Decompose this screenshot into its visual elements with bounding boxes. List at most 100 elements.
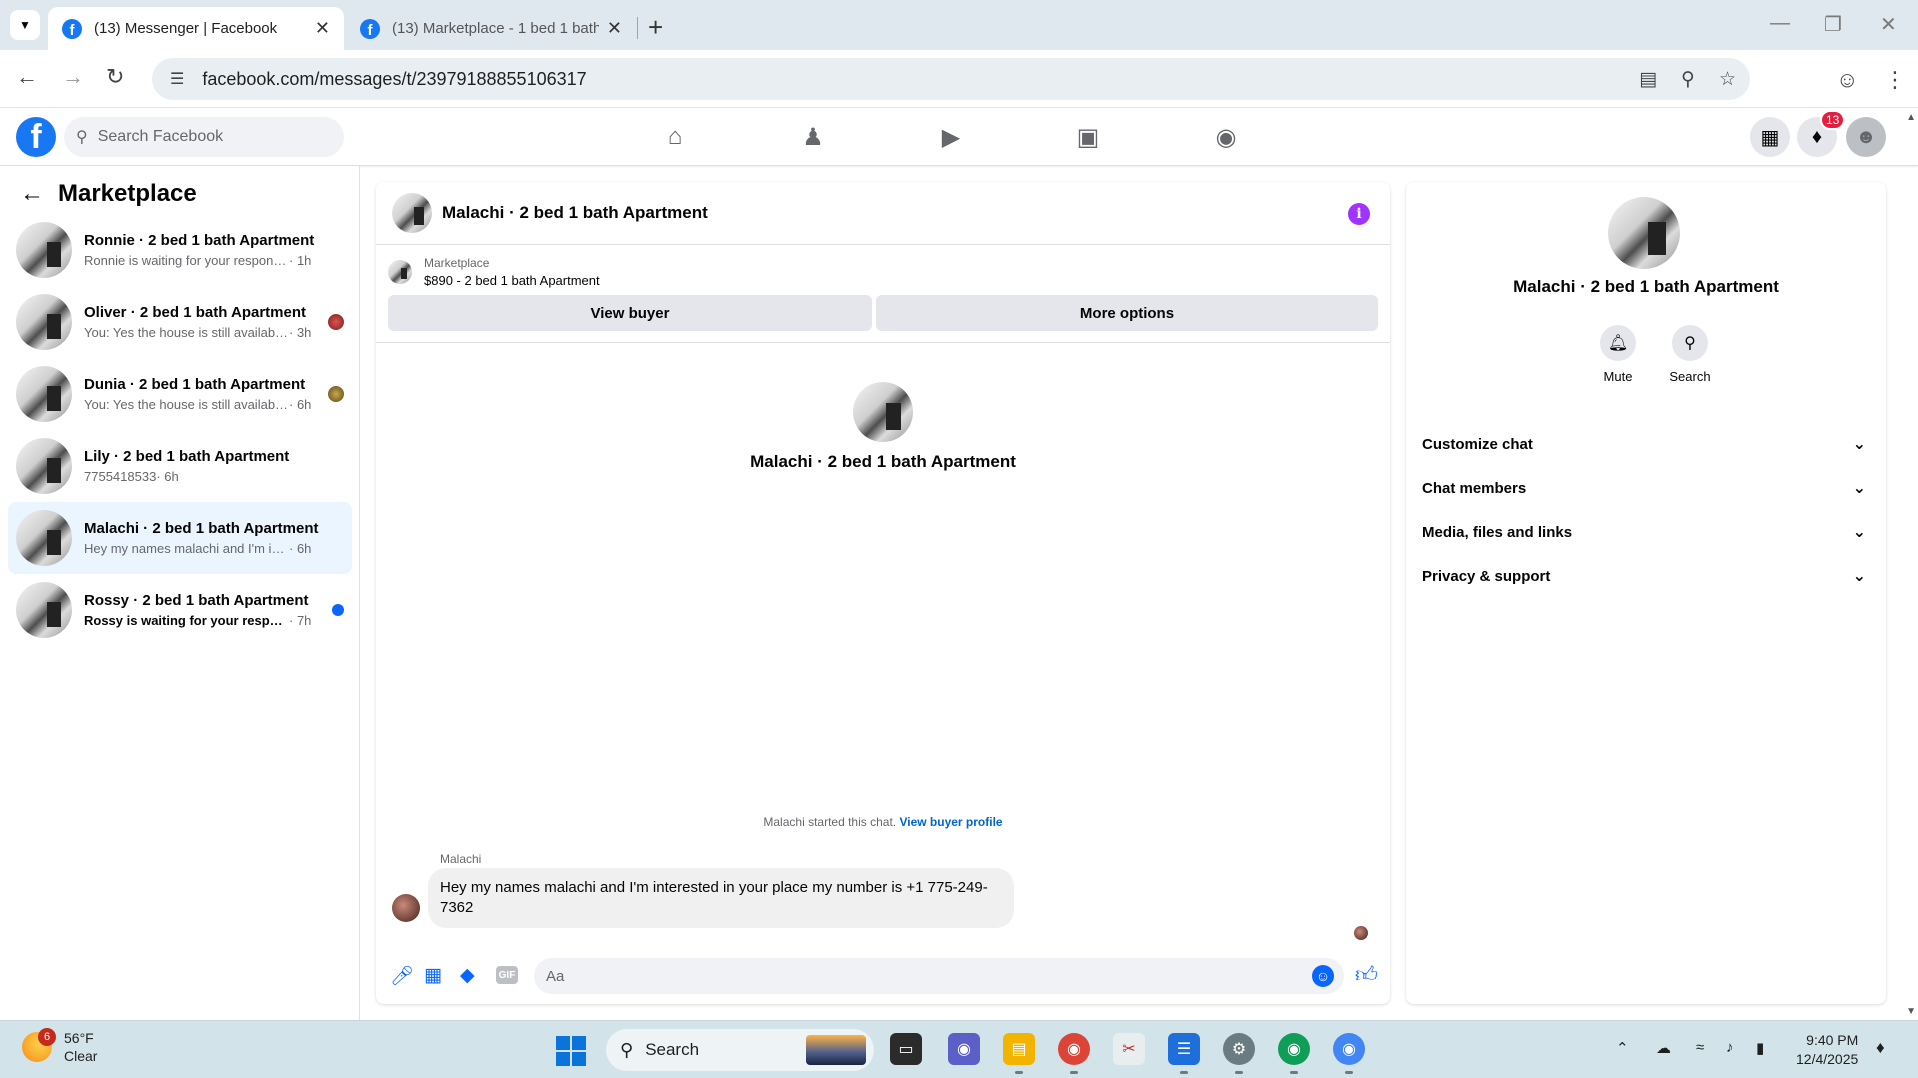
more-options-button[interactable]: More options xyxy=(876,295,1378,331)
close-tab-icon[interactable]: ✕ xyxy=(315,18,330,39)
windows-start-icon[interactable] xyxy=(556,1036,586,1066)
notepad-icon[interactable]: ☰ xyxy=(1168,1033,1200,1065)
account-avatar[interactable]: ☻ xyxy=(1846,117,1886,157)
chrome-icon[interactable]: ◉ xyxy=(1058,1033,1090,1065)
scroll-down-arrow[interactable]: ▼ xyxy=(1906,1006,1916,1017)
tab-marketplace[interactable]: f (13) Marketplace - 1 bed 1 bath ✕ xyxy=(346,7,636,50)
search-icon: ⚲ xyxy=(76,129,88,146)
sender-avatar[interactable] xyxy=(392,894,420,922)
facebook-logo-icon[interactable]: f xyxy=(16,117,56,157)
tab-messenger[interactable]: f (13) Messenger | Facebook ✕ xyxy=(48,7,344,50)
weather-badge: 6 xyxy=(38,1028,56,1046)
back-icon[interactable]: ← xyxy=(16,64,38,90)
chat-header-avatar[interactable] xyxy=(392,193,432,233)
settings-gear-icon[interactable]: ⚙ xyxy=(1223,1033,1255,1065)
weather-widget[interactable]: 6 56°F Clear xyxy=(22,1028,97,1065)
details-avatar[interactable] xyxy=(1608,197,1680,269)
chrome-profile-icon[interactable]: ◉ xyxy=(1278,1033,1310,1065)
volume-icon[interactable]: ♪ xyxy=(1726,1039,1734,1056)
file-explorer-icon[interactable]: ▤ xyxy=(1003,1033,1035,1065)
video-icon[interactable]: ▶ xyxy=(936,122,966,152)
media-files-links-section[interactable]: Media, files and links ⌄ xyxy=(1414,510,1878,554)
conversation-item-ronnie[interactable]: Ronnie · 2 bed 1 bath Apartment Ronnie i… xyxy=(8,214,352,286)
battery-icon[interactable]: ▮ xyxy=(1756,1039,1764,1057)
view-buyer-profile-link[interactable]: View buyer profile xyxy=(899,815,1002,829)
close-window-icon[interactable]: ✕ xyxy=(1880,12,1897,37)
tab-title: (13) Marketplace - 1 bed 1 bath xyxy=(392,20,599,37)
system-clock[interactable]: 9:40 PM 12/4/2025 xyxy=(1796,1031,1858,1069)
zoom-icon[interactable]: ⚲ xyxy=(1681,68,1695,91)
running-indicator xyxy=(1070,1071,1078,1074)
forward-icon[interactable]: → xyxy=(62,64,84,90)
chat-title[interactable]: Malachi · 2 bed 1 bath Apartment xyxy=(442,203,708,223)
back-arrow-icon[interactable]: ← xyxy=(20,180,44,208)
info-icon[interactable]: i xyxy=(1348,203,1370,225)
conversation-preview: You: Yes the house is still available ..… xyxy=(84,397,289,412)
microphone-icon[interactable]: 🎤︎ xyxy=(390,964,414,988)
listing-avatar xyxy=(16,294,72,350)
scroll-up-arrow[interactable]: ▲ xyxy=(1906,112,1916,123)
conversation-name: Dunia · 2 bed 1 bath Apartment xyxy=(84,376,306,393)
conversation-item-dunia[interactable]: Dunia · 2 bed 1 bath Apartment You: Yes … xyxy=(8,358,352,430)
home-icon[interactable]: ⌂ xyxy=(660,122,690,152)
chat-intro-avatar xyxy=(853,382,913,442)
chevron-down-icon: ⌄ xyxy=(1852,480,1866,497)
taskbar-search[interactable]: ⚲ Search xyxy=(606,1029,874,1071)
cloud-off-icon[interactable]: ☁ xyxy=(1656,1039,1671,1057)
marketplace-icon[interactable]: ▣ xyxy=(1073,122,1103,152)
menu-grid-icon[interactable]: ▦ xyxy=(1750,117,1790,157)
listing-avatar xyxy=(16,222,72,278)
sticker-icon[interactable]: ◆ xyxy=(460,964,475,987)
new-tab-button[interactable]: + xyxy=(648,12,663,43)
search-highlight-image xyxy=(806,1035,866,1065)
message-input[interactable]: Aa ☺ xyxy=(534,958,1344,994)
chat-panel: Malachi · 2 bed 1 bath Apartment i Marke… xyxy=(376,182,1390,1004)
conversation-item-malachi[interactable]: Malachi · 2 bed 1 bath Apartment Hey my … xyxy=(8,502,352,574)
friends-icon[interactable]: ♟ xyxy=(798,122,828,152)
attach-image-icon[interactable]: ▦ xyxy=(424,964,442,987)
install-app-icon[interactable]: ▤ xyxy=(1639,68,1657,91)
restore-icon[interactable]: ❐ xyxy=(1824,12,1842,37)
browser-menu-icon[interactable]: ⋮ xyxy=(1884,67,1906,93)
groups-icon[interactable]: ◉ xyxy=(1211,122,1241,152)
chevron-down-icon: ⌄ xyxy=(1852,436,1866,453)
conversation-item-oliver[interactable]: Oliver · 2 bed 1 bath Apartment You: Yes… xyxy=(8,286,352,358)
conversation-item-rossy[interactable]: Rossy · 2 bed 1 bath Apartment Rossy is … xyxy=(8,574,352,646)
notification-center-icon[interactable]: ♦ xyxy=(1876,1038,1885,1058)
customize-chat-section[interactable]: Customize chat ⌄ xyxy=(1414,422,1878,466)
chrome-profile-2-icon[interactable]: ◉ xyxy=(1333,1033,1365,1065)
conversation-name: Oliver · 2 bed 1 bath Apartment xyxy=(84,304,306,321)
section-label: Privacy & support xyxy=(1422,567,1551,585)
chat-members-section[interactable]: Chat members ⌄ xyxy=(1414,466,1878,510)
message-bubble[interactable]: Hey my names malachi and I'm interested … xyxy=(428,868,1014,928)
conversation-time: · 1h xyxy=(289,253,312,268)
teams-icon[interactable]: ◉ xyxy=(948,1033,980,1065)
close-tab-icon[interactable]: ✕ xyxy=(607,18,622,39)
address-bar[interactable]: ☰ facebook.com/messages/t/23979188855106… xyxy=(152,58,1750,100)
gif-icon[interactable]: GIF xyxy=(496,966,518,984)
site-info-icon[interactable]: ☰ xyxy=(170,69,184,89)
thumbs-up-icon[interactable]: 👍︎ xyxy=(1355,961,1378,988)
facebook-search-input[interactable]: ⚲ Search Facebook xyxy=(64,117,344,157)
conversation-time: · 3h xyxy=(289,325,312,340)
privacy-support-section[interactable]: Privacy & support ⌄ xyxy=(1414,554,1878,598)
mute-button[interactable]: 🔔︎ Mute xyxy=(1588,325,1648,384)
bell-icon: 🔔︎ xyxy=(1600,325,1636,361)
snipping-tool-icon[interactable]: ✂ xyxy=(1113,1033,1145,1065)
view-buyer-button[interactable]: View buyer xyxy=(388,295,872,331)
search-conversation-button[interactable]: ⚲ Search xyxy=(1660,325,1720,384)
tab-search-button[interactable]: ▼ xyxy=(10,10,40,40)
wifi-icon[interactable]: ≈ xyxy=(1696,1039,1704,1056)
reload-icon[interactable]: ↻ xyxy=(106,64,124,90)
chevron-up-icon[interactable]: ⌃ xyxy=(1616,1039,1629,1057)
chevron-down-icon: ⌄ xyxy=(1852,524,1866,541)
task-view-icon[interactable]: ▭ xyxy=(890,1033,922,1065)
profile-icon[interactable]: ☺ xyxy=(1836,67,1858,93)
listing-title: $890 - 2 bed 1 bath Apartment xyxy=(424,273,600,288)
listing-summary[interactable]: Marketplace $890 - 2 bed 1 bath Apartmen… xyxy=(388,256,600,288)
minimize-icon[interactable]: — xyxy=(1770,12,1790,35)
running-indicator xyxy=(1015,1071,1023,1074)
bookmark-star-icon[interactable]: ☆ xyxy=(1719,68,1736,91)
conversation-item-lily[interactable]: Lily · 2 bed 1 bath Apartment 7755418533… xyxy=(8,430,352,502)
emoji-icon[interactable]: ☺ xyxy=(1312,965,1334,987)
